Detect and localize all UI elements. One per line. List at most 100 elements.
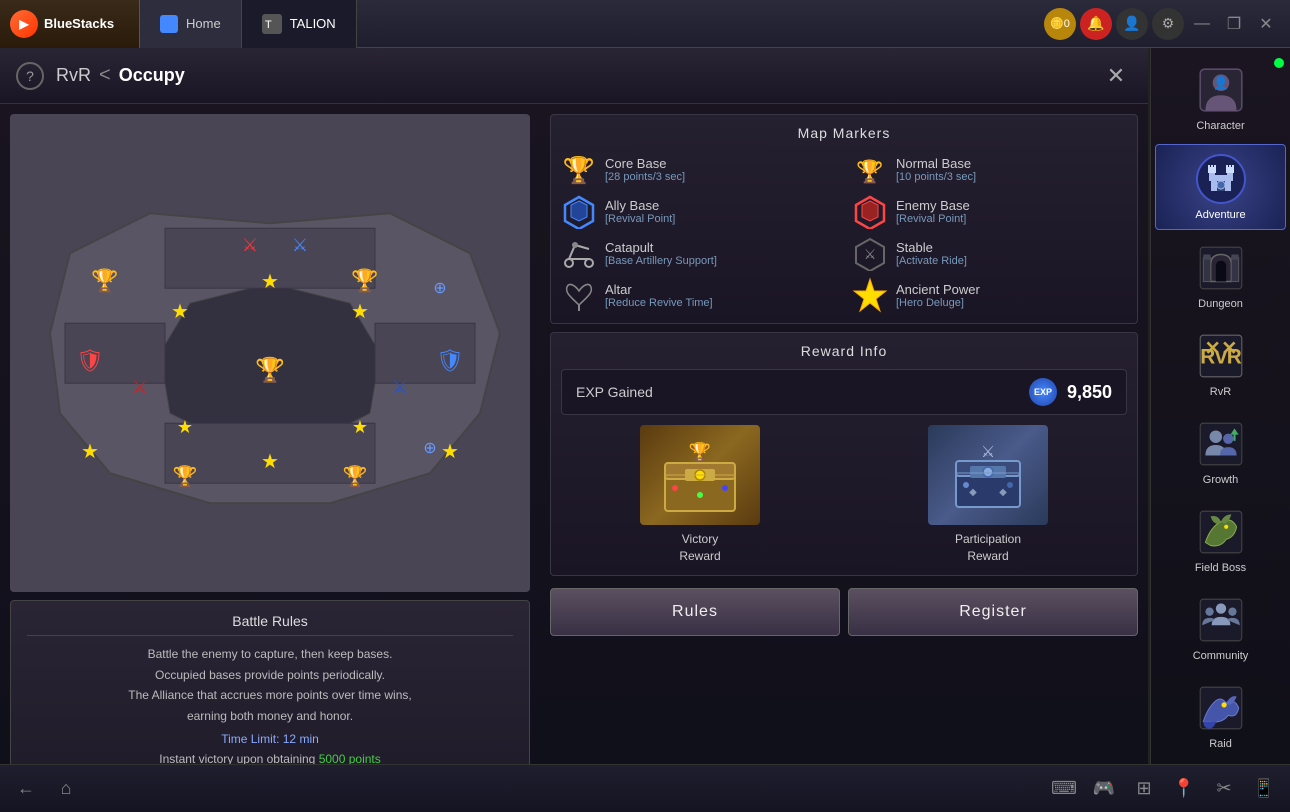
svg-text:★: ★: [352, 417, 368, 437]
tab-game[interactable]: T TALION: [242, 0, 357, 48]
notification-btn[interactable]: 🔔: [1080, 8, 1112, 40]
character-label: Character: [1196, 120, 1244, 132]
sidebar-item-rvr[interactable]: RvR RvR: [1155, 322, 1286, 406]
svg-text:⚔: ⚔: [242, 235, 258, 255]
character-icon: 👤: [1195, 64, 1247, 116]
svg-text:👤: 👤: [1213, 75, 1229, 90]
raid-label: Raid: [1209, 738, 1232, 750]
svg-text:⚔: ⚔: [392, 377, 408, 397]
panel-close-button[interactable]: ✕: [1100, 60, 1132, 92]
home-tab-label: Home: [186, 16, 221, 31]
catapult-icon: [561, 235, 597, 271]
normal-base-name: Normal Base: [896, 156, 976, 171]
bluestacks-logo: ▶ BlueStacks: [0, 0, 140, 48]
back-button[interactable]: ←: [8, 771, 44, 807]
character-notification-dot: [1274, 58, 1284, 68]
core-base-desc: [28 points/3 sec]: [605, 171, 685, 183]
help-button[interactable]: ?: [16, 62, 44, 90]
marker-ally-base: Ally Base [Revival Point]: [561, 193, 836, 229]
altar-icon: [561, 277, 597, 313]
register-button[interactable]: Register: [848, 588, 1138, 636]
normal-base-icon: 🏆: [852, 151, 888, 187]
profile-btn[interactable]: 👤: [1116, 8, 1148, 40]
ally-base-icon: [561, 193, 597, 229]
svg-text:🛡: 🛡: [436, 348, 464, 373]
svg-text:⊕: ⊕: [433, 280, 446, 297]
sidebar-item-growth[interactable]: Growth: [1155, 410, 1286, 494]
breadcrumb-parent[interactable]: RvR: [56, 65, 91, 86]
victory-reward-image: 🏆: [640, 425, 760, 525]
rvr-icon: RvR: [1195, 330, 1247, 382]
sidebar-item-field-boss[interactable]: Field Boss: [1155, 498, 1286, 582]
stable-desc: [Activate Ride]: [896, 255, 967, 267]
svg-text:★: ★: [177, 417, 193, 437]
svg-text:★: ★: [441, 441, 459, 463]
keyboard-button[interactable]: ⌨: [1046, 771, 1082, 807]
svg-text:★: ★: [261, 271, 279, 293]
community-icon: [1195, 594, 1247, 646]
normal-base-desc: [10 points/3 sec]: [896, 171, 976, 183]
altar-name: Altar: [605, 282, 713, 297]
community-label: Community: [1193, 650, 1249, 662]
catapult-name: Catapult: [605, 240, 717, 255]
mobile-button[interactable]: 📱: [1246, 771, 1282, 807]
svg-text:🏆: 🏆: [255, 356, 285, 384]
svg-text:🛡: 🛡: [76, 348, 104, 373]
breadcrumb: RvR < Occupy: [56, 64, 185, 87]
battle-rules-text: Battle the enemy to capture, then keep b…: [27, 644, 513, 726]
victory-reward-card: 🏆 Victor: [561, 425, 839, 565]
tab-home[interactable]: Home: [140, 0, 242, 48]
growth-label: Growth: [1203, 474, 1238, 486]
minimize-btn[interactable]: —: [1188, 10, 1216, 38]
marker-normal-base: 🏆 Normal Base [10 points/3 sec]: [852, 151, 1127, 187]
exp-icon: EXP: [1029, 378, 1057, 406]
core-base-icon: 🏆: [561, 151, 597, 187]
svg-text:⊕: ⊕: [423, 440, 436, 457]
map-svg: 🏆 🛡 ⚔ 🏆 ⚔ 🏆 🛡 ⚔: [10, 114, 530, 592]
marker-stable: ⚔ Stable [Activate Ride]: [852, 235, 1127, 271]
enemy-base-icon: [852, 193, 888, 229]
screenshot-button[interactable]: ✂: [1206, 771, 1242, 807]
svg-text:RvR: RvR: [1200, 345, 1242, 368]
close-window-btn[interactable]: ✕: [1252, 10, 1280, 38]
resize-button[interactable]: ⊞: [1126, 771, 1162, 807]
sidebar-item-community[interactable]: Community: [1155, 586, 1286, 670]
ally-base-name: Ally Base: [605, 198, 675, 213]
game-tab-label: TALION: [290, 16, 336, 31]
sidebar-item-character[interactable]: 👤 Character: [1155, 56, 1286, 140]
altar-desc: [Reduce Revive Time]: [605, 297, 713, 309]
stable-icon: ⚔: [852, 235, 888, 271]
map-background: 🏆 🛡 ⚔ 🏆 ⚔ 🏆 🛡 ⚔: [10, 114, 530, 592]
map-container: 🏆 🛡 ⚔ 🏆 ⚔ 🏆 🛡 ⚔: [10, 114, 530, 592]
marker-catapult: Catapult [Base Artillery Support]: [561, 235, 836, 271]
battle-rules-title: Battle Rules: [27, 613, 513, 636]
rules-button[interactable]: Rules: [550, 588, 840, 636]
location-button[interactable]: 📍: [1166, 771, 1202, 807]
home-button[interactable]: ⌂: [48, 771, 84, 807]
sidebar-item-dungeon[interactable]: Dungeon: [1155, 234, 1286, 318]
sidebar-item-raid[interactable]: Raid: [1155, 674, 1286, 758]
reward-info-title: Reward Info: [561, 343, 1127, 359]
taskbar: ← ⌂ ⌨ 🎮 ⊞ 📍 ✂ 📱: [0, 764, 1290, 812]
svg-text:◆: ◆: [969, 487, 977, 498]
field-boss-label: Field Boss: [1195, 562, 1246, 574]
maximize-btn[interactable]: ❐: [1220, 10, 1248, 38]
right-sidebar: 👤 Character: [1150, 48, 1290, 812]
ancient-power-name: Ancient Power: [896, 282, 980, 297]
svg-text:T: T: [265, 19, 272, 31]
svg-text:★: ★: [81, 441, 99, 463]
exp-value: 9,850: [1067, 382, 1112, 403]
gamepad-button[interactable]: 🎮: [1086, 771, 1122, 807]
sidebar-item-adventure[interactable]: Adventure: [1155, 144, 1286, 230]
growth-icon: [1195, 418, 1247, 470]
game-panel: ? RvR < Occupy ✕: [0, 48, 1148, 812]
time-limit: Time Limit: 12 min: [27, 732, 513, 746]
svg-text:🏆: 🏆: [689, 441, 711, 462]
svg-text:◆: ◆: [999, 487, 1007, 498]
game-icon: T: [262, 14, 282, 34]
breadcrumb-current: Occupy: [119, 65, 185, 86]
settings-btn[interactable]: ⚙: [1152, 8, 1184, 40]
adventure-label: Adventure: [1195, 209, 1245, 221]
svg-text:★: ★: [171, 301, 189, 323]
exp-label: EXP Gained: [576, 384, 1029, 400]
